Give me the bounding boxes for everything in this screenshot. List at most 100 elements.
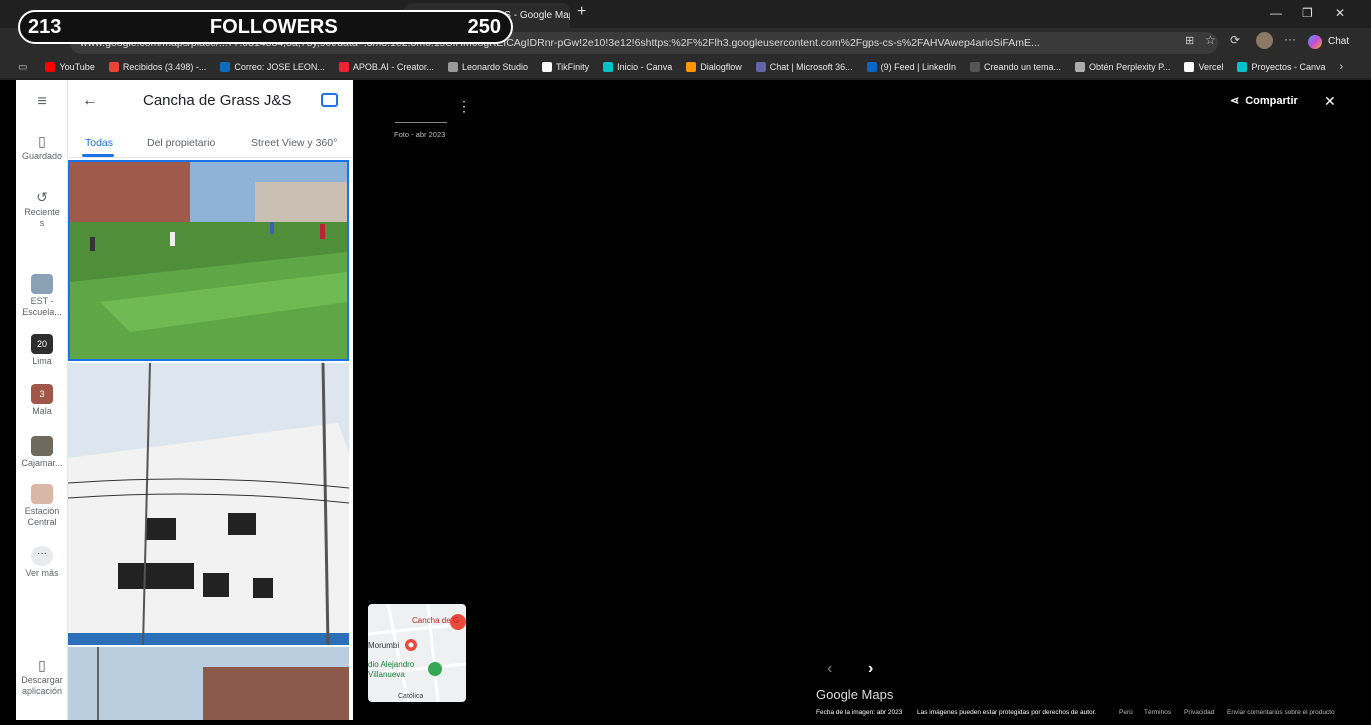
previous-photo-icon[interactable]: ‹ [827,660,832,678]
close-viewer-icon[interactable]: ✕ [1324,93,1336,110]
bookmark-item[interactable]: Vercel [1184,62,1223,72]
bookmark-label: Recibidos (3.498) -... [122,62,207,72]
bookmarks-more-icon[interactable]: › [1339,61,1343,73]
rail-more[interactable]: ··· Ver más [16,546,68,579]
bookmark-label: APOB.AI - Creator... [352,62,434,72]
rail-recent-cajamarca[interactable]: Cajamar... [16,436,68,469]
chat-button[interactable]: Chat [1328,36,1349,47]
history-icon: ↺ [36,189,48,205]
photo-building[interactable] [67,362,350,646]
bookmark-item[interactable]: Proyectos - Canva [1237,62,1325,72]
footer-peru[interactable]: Perú [1119,709,1133,716]
followers-goal-overlay: 213 FOLLOWERS 250 [18,10,513,44]
map-label-place: Cancha de G [412,616,460,625]
photo-viewer: ⋮ Foto - abr 2023 ⋖ Compartir ✕ Cancha d… [353,80,1353,720]
bookmark-item[interactable]: (9) Feed | LinkedIn [866,62,956,72]
next-photo-icon[interactable]: › [868,660,873,678]
bookmark-item[interactable]: Leonardo Studio [447,62,528,72]
map-label-estadio: dio Alejandro Villanueva [368,660,415,679]
more-options-icon[interactable]: ··· [1284,32,1296,46]
bookmark-favicon-icon [970,62,980,72]
rail-estacion-label: Estación Central [24,506,60,527]
menu-icon[interactable]: ≡ [16,94,68,110]
bookmark-favicon-icon [866,62,877,72]
place-title: Cancha de Grass J&S [143,92,292,109]
bookmark-item[interactable]: Obtén Perplexity P... [1075,62,1170,72]
favorite-star-icon[interactable]: ☆ [1205,33,1216,47]
bookmark-label: Proyectos - Canva [1251,62,1326,72]
reading-list-icon[interactable]: ▭ [18,62,27,73]
bookmark-favicon-icon [45,62,56,72]
bookmark-label: Inicio - Canva [617,62,673,72]
bookmark-favicon-icon [338,62,349,72]
lima-badge: 20 [31,334,53,354]
photo-divider [395,122,447,123]
bookmark-label: Correo: JOSE LEON... [234,62,325,72]
google-maps-logo: Google Maps [816,687,894,702]
new-tab-icon[interactable]: + [577,3,586,21]
split-screen-icon[interactable]: ⊞ [1185,34,1194,47]
close-window-icon[interactable]: ✕ [1335,6,1345,20]
bookmark-favicon-icon [1184,62,1195,72]
bookmark-label: TikFinity [556,62,590,72]
maximize-icon[interactable]: ❐ [1302,6,1313,20]
minimize-icon[interactable]: — [1270,6,1282,20]
map-label-catolica: Católica [398,693,424,700]
rail-est-label: EST - Escuela... [22,296,62,317]
photo-fence[interactable] [68,647,349,720]
bookmark-favicon-icon [542,62,552,72]
bookmark-item[interactable]: Chat | Microsoft 36... [755,62,853,72]
fence-image [68,647,349,720]
followers-count: 213 [28,15,62,38]
rail-recent-est[interactable]: EST - Escuela... [16,274,68,318]
bookmark-item[interactable]: Creando un tema... [970,62,1061,72]
rail-saved-label: Guardado [21,151,63,161]
more-dots-icon: ··· [31,546,53,566]
bookmark-icon: ▯ [38,133,46,149]
add-photo-icon[interactable] [321,93,338,107]
footer-privacidad[interactable]: Privacidad [1184,709,1214,716]
bookmark-item[interactable]: Correo: JOSE LEON... [220,62,325,72]
bookmark-favicon-icon [603,62,614,72]
share-icon: ⋖ [1230,95,1240,107]
rail-cajamarca-label: Cajamar... [21,458,63,468]
tab-street-view[interactable]: Street View y 360° [251,137,337,149]
copilot-icon[interactable] [1308,35,1322,49]
bookmark-item[interactable]: TikFinity [542,62,589,72]
bookmark-item[interactable]: Inicio - Canva [603,62,672,72]
bookmark-item[interactable]: YouTube [45,62,95,72]
profile-avatar[interactable] [1256,32,1273,49]
bookmark-label: Dialogflow [700,62,742,72]
back-arrow-icon[interactable]: ← [82,92,98,110]
bookmark-item[interactable]: APOB.AI - Creator... [338,62,434,72]
rail-download-app[interactable]: ▯ Descargar aplicación [16,658,68,697]
photo-date: Foto - abr 2023 [394,130,446,139]
estacion-thumbnail [31,484,53,504]
photo-soccer-field[interactable] [68,160,349,361]
footer-terminos[interactable]: Términos [1144,709,1171,716]
rail-recent-estacion[interactable]: Estación Central [16,484,68,528]
bookmark-favicon-icon [447,62,458,72]
bookmark-item[interactable]: Dialogflow [686,62,742,72]
tab-del-propietario[interactable]: Del propietario [147,137,215,149]
footer-feedback[interactable]: Enviar comentarios sobre el producto [1227,709,1335,716]
photos-panel: ← Cancha de Grass J&S Todas Del propieta… [67,80,353,720]
rail-recents-label: Reciente s [24,207,60,228]
share-label: Compartir [1245,94,1298,107]
viewer-more-icon[interactable]: ⋮ [457,98,471,115]
bookmark-favicon-icon [686,62,697,72]
extensions-icon[interactable]: ⟳ [1230,33,1240,47]
cajamarca-thumbnail [31,436,53,456]
tab-todas[interactable]: Todas [85,137,113,149]
rail-recent-lima[interactable]: 20 Lima [16,334,68,367]
photo-tabs: Todas Del propietario Street View y 360° [68,132,353,158]
selected-tab-indicator [82,154,114,157]
share-button[interactable]: ⋖ Compartir [1230,94,1298,108]
rail-download-label: Descargar aplicación [21,675,63,696]
mini-map[interactable]: Cancha de G Morumbi dio Alejandro Villan… [368,604,466,702]
bookmark-item[interactable]: Recibidos (3.498) -... [108,62,207,72]
rail-lima-label: Lima [32,356,52,366]
rail-recent-mala[interactable]: 3 Mala [16,384,68,417]
rail-recents[interactable]: ↺ Reciente s [16,189,68,229]
rail-saved[interactable]: ▯ Guardado [16,133,68,162]
